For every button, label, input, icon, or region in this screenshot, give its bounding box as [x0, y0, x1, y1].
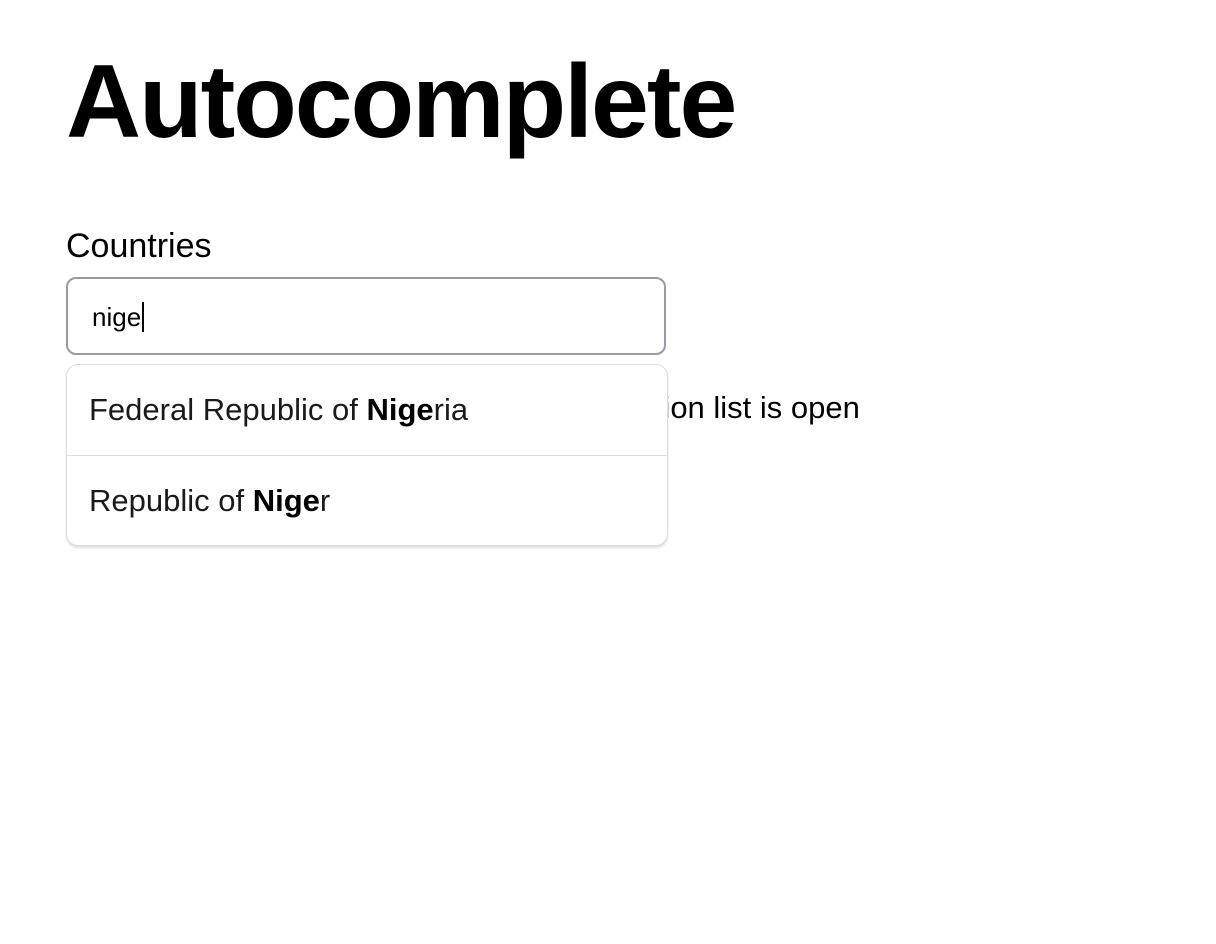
suggestion-text-before: Republic of [89, 483, 253, 518]
text-caret [142, 302, 145, 332]
suggestion-option[interactable]: Republic of Niger [67, 455, 667, 545]
suggestion-text-after: ria [433, 392, 469, 427]
suggestion-match-highlight: Nige [252, 483, 320, 518]
suggestion-text-before: Federal Republic of [89, 392, 367, 427]
page: Autocomplete Countries nige The layout i… [0, 0, 1216, 944]
input-value-text: nige [92, 302, 142, 332]
suggestion-match-highlight: Nige [366, 392, 434, 427]
suggestion-option[interactable]: Federal Republic of Nigeria [67, 365, 667, 455]
page-title: Autocomplete [66, 44, 737, 160]
countries-label: Countries [66, 227, 212, 265]
suggestion-text-after: r [319, 483, 331, 518]
suggestion-list: Federal Republic of Nigeria Republic of … [66, 364, 668, 546]
countries-input[interactable]: nige [66, 277, 666, 355]
countries-input-value: nige [92, 301, 145, 333]
